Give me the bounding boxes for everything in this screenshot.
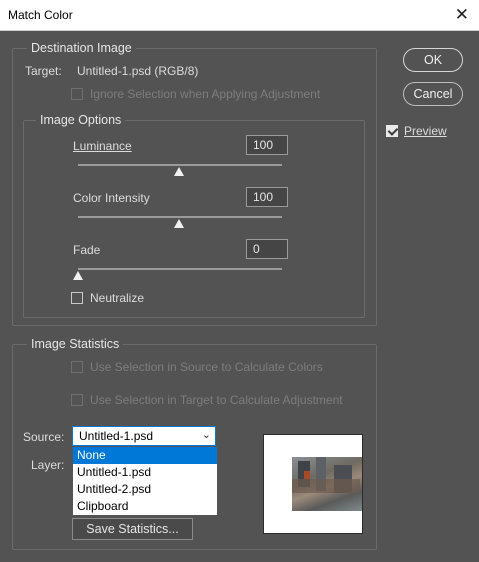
image-options-legend: Image Options [36,113,126,127]
target-label: Target: [25,64,62,78]
fade-label: Fade [73,243,101,257]
color-intensity-slider-track[interactable] [78,216,282,218]
target-value: Untitled-1.psd (RGB/8) [77,64,199,78]
use-target-selection-label: Use Selection in Target to Calculate Adj… [90,393,343,407]
color-intensity-slider-thumb[interactable] [174,219,184,228]
ignore-selection-label: Ignore Selection when Applying Adjustmen… [90,87,321,101]
dropdown-option-none[interactable]: None [73,447,217,464]
dropdown-option-untitled-2[interactable]: Untitled-2.psd [73,481,217,498]
source-select[interactable]: Untitled-1.psd ⌄ [72,426,216,446]
neutralize-label[interactable]: Neutralize [90,291,144,305]
destination-image-legend: Destination Image [27,41,136,55]
save-statistics-label: Save Statistics... [86,522,179,536]
use-source-selection-checkbox[interactable] [71,361,83,373]
image-statistics-legend: Image Statistics [27,337,124,351]
color-intensity-field[interactable]: 100 [246,187,288,207]
luminance-slider-thumb[interactable] [174,167,184,176]
source-select-value: Untitled-1.psd [79,429,154,443]
ok-button-label: OK [423,53,443,67]
dropdown-option-untitled-1[interactable]: Untitled-1.psd [73,464,217,481]
source-preview-image [292,457,362,511]
neutralize-checkbox[interactable] [71,292,83,304]
preview-label[interactable]: Preview [404,124,447,138]
chevron-down-icon: ⌄ [201,429,211,441]
source-preview-thumbnail [263,434,363,534]
use-target-selection-checkbox[interactable] [71,394,83,406]
dropdown-option-clipboard[interactable]: Clipboard [73,498,217,515]
preview-checkbox[interactable] [386,125,398,137]
fade-slider-track[interactable] [78,268,282,270]
ok-button[interactable]: OK [403,48,463,72]
luminance-field[interactable]: 100 [246,135,288,155]
fade-slider-thumb[interactable] [73,271,83,280]
title-bar: Match Color ✕ [0,0,479,31]
source-dropdown-list: None Untitled-1.psd Untitled-2.psd Clipb… [72,446,218,516]
source-label: Source: [23,430,65,444]
luminance-label: Luminance [73,139,132,153]
window-title: Match Color [8,8,73,22]
use-source-selection-label: Use Selection in Source to Calculate Col… [90,360,323,374]
ignore-selection-checkbox[interactable] [71,88,83,100]
layer-label: Layer: [31,458,65,472]
cancel-button-label: Cancel [413,87,453,101]
color-intensity-label: Color Intensity [73,191,150,205]
cancel-button[interactable]: Cancel [403,82,463,106]
luminance-slider-track[interactable] [78,164,282,166]
fade-field[interactable]: 0 [246,239,288,259]
save-statistics-button[interactable]: Save Statistics... [72,518,193,540]
close-icon[interactable]: ✕ [455,5,469,25]
